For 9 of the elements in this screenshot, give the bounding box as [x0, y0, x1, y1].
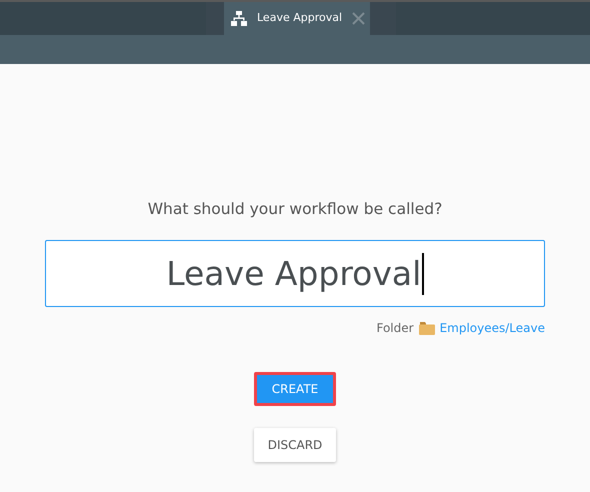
tab-title: Leave Approval — [257, 10, 342, 26]
folder-icon — [418, 321, 435, 336]
folder-label: Folder — [376, 320, 414, 338]
close-icon[interactable] — [352, 12, 366, 25]
discard-button[interactable]: DISCARD — [254, 428, 336, 462]
hierarchy-icon — [231, 11, 247, 26]
tab[interactable]: Leave Approval — [224, 2, 370, 35]
workflow-name-field[interactable]: Leave Approval — [45, 240, 545, 308]
prompt-text: What should your workflow be called? — [148, 199, 442, 220]
